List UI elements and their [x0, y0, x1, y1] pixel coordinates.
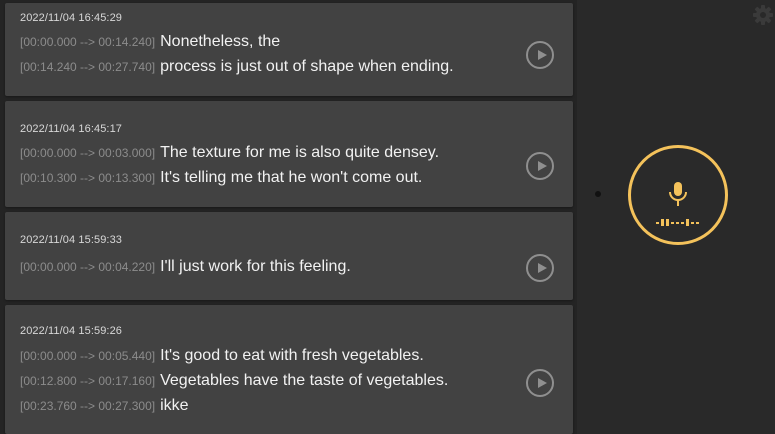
transcript-text: Vegetables have the taste of vegetables. [160, 372, 449, 389]
transcript-line: [00:00.000 --> 00:03.000] The texture for… [20, 144, 439, 162]
transcript-card: 2022/11/04 16:45:17 [00:00.000 --> 00:03… [5, 101, 573, 207]
time-range: [00:23.760 --> 00:27.300] [20, 399, 156, 413]
time-range: [00:12.800 --> 00:17.160] [20, 374, 156, 388]
entry-timestamp: 2022/11/04 16:45:17 [20, 123, 123, 135]
entry-timestamp: 2022/11/04 15:59:33 [20, 234, 123, 246]
time-range: [00:00.000 --> 00:03.000] [20, 146, 156, 160]
play-button[interactable] [526, 369, 554, 397]
transcript-line: [00:23.760 --> 00:27.300] ikke [20, 397, 189, 415]
transcript-text: I'll just work for this feeling. [160, 258, 351, 275]
transcript-text: It's good to eat with fresh vegetables. [160, 347, 424, 364]
time-range: [00:00.000 --> 00:05.440] [20, 349, 156, 363]
play-button[interactable] [526, 41, 554, 69]
time-range: [00:00.000 --> 00:14.240] [20, 35, 156, 49]
transcript-text: process is just out of shape when ending… [160, 58, 454, 75]
settings-button[interactable] [752, 4, 774, 26]
transcript-text: The texture for me is also quite densey. [160, 144, 440, 161]
transcript-line: [00:00.000 --> 00:05.440] It's good to ea… [20, 347, 424, 365]
time-range: [00:00.000 --> 00:04.220] [20, 260, 156, 274]
transcript-list: 2022/11/04 16:45:29 [00:00.000 --> 00:14… [0, 0, 577, 434]
panel-handle[interactable] [595, 191, 601, 197]
play-button[interactable] [526, 152, 554, 180]
record-button[interactable] [628, 145, 728, 245]
time-range: [00:10.300 --> 00:13.300] [20, 171, 156, 185]
entry-timestamp: 2022/11/04 16:45:29 [20, 12, 123, 24]
gear-icon [753, 5, 773, 25]
play-button[interactable] [526, 254, 554, 282]
transcript-card: 2022/11/04 16:45:29 [00:00.000 --> 00:14… [5, 3, 573, 96]
transcript-line: [00:10.300 --> 00:13.300] It's telling me… [20, 169, 422, 187]
entry-timestamp: 2022/11/04 15:59:26 [20, 325, 123, 337]
transcript-text: It's telling me that he won't come out. [160, 169, 423, 186]
transcript-text: Nonetheless, the [160, 33, 281, 50]
transcript-card: 2022/11/04 15:59:26 [00:00.000 --> 00:05… [5, 305, 573, 434]
transcript-card: 2022/11/04 15:59:33 [00:00.000 --> 00:04… [5, 212, 573, 300]
transcript-line: [00:00.000 --> 00:04.220] I'll just work … [20, 258, 351, 276]
time-range: [00:14.240 --> 00:27.740] [20, 60, 156, 74]
microphone-icon [656, 182, 699, 226]
transcript-line: [00:00.000 --> 00:14.240] Nonetheless, th… [20, 33, 280, 51]
transcript-text: ikke [160, 397, 189, 414]
transcript-line: [00:14.240 --> 00:27.740] process is just… [20, 58, 454, 76]
transcript-line: [00:12.800 --> 00:17.160] Vegetables have… [20, 372, 448, 390]
